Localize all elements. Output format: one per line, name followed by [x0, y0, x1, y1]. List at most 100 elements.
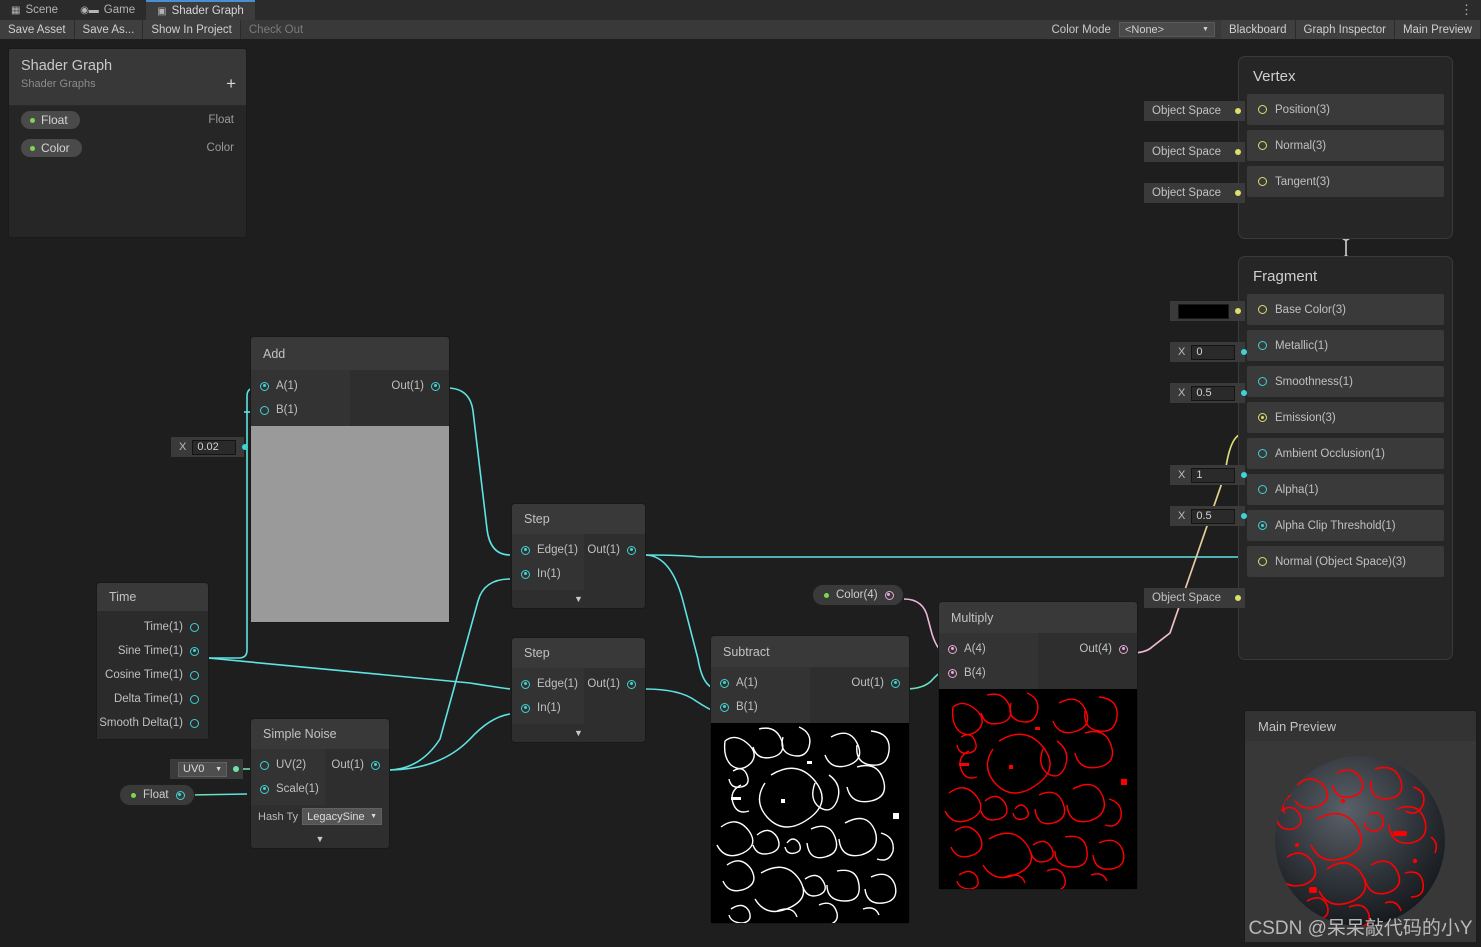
- save-asset-button[interactable]: Save Asset: [0, 20, 75, 39]
- port-subtract-out[interactable]: [891, 678, 900, 688]
- plus-icon[interactable]: +: [226, 75, 236, 92]
- uv-channel-dropdown[interactable]: UV0 ▼: [178, 761, 227, 777]
- graph-inspector-toggle-button[interactable]: Graph Inspector: [1295, 20, 1395, 39]
- vertex-row-tangent[interactable]: Tangent(3): [1247, 166, 1444, 197]
- port-vertex-tangent[interactable]: [1258, 177, 1267, 186]
- port-fragment-ambient-occlusion[interactable]: [1258, 449, 1267, 458]
- fragment-row-alpha-clip-threshold[interactable]: Alpha Clip Threshold(1): [1247, 510, 1444, 541]
- port-row-multiply-a[interactable]: A(4): [939, 637, 1038, 661]
- fragment-row-metallic[interactable]: Metallic(1): [1247, 330, 1444, 361]
- port-property-float-out[interactable]: [175, 790, 185, 800]
- blackboard-property-float[interactable]: Float Float: [9, 106, 246, 134]
- port-cosine-time[interactable]: [190, 670, 199, 680]
- port-row-noise-out[interactable]: Out(1): [325, 753, 389, 777]
- graph-canvas[interactable]: Shader Graph Shader Graphs + Float Float…: [0, 39, 1481, 947]
- main-preview-panel[interactable]: Main Preview CSDN @呆呆敲代码的小Y: [1244, 710, 1477, 942]
- node-add[interactable]: Add A(1) B(1) Out(1): [250, 336, 450, 623]
- fragment-smoothness-widget[interactable]: X 0.5: [1170, 383, 1248, 403]
- vertex-block[interactable]: Vertex Position(3) Normal(3) Tangent(3): [1238, 56, 1453, 239]
- port-fragment-alpha[interactable]: [1258, 485, 1267, 494]
- node-step-top[interactable]: Step Edge(1) In(1) Out(1) ▼: [511, 503, 646, 609]
- port-row-delta-time[interactable]: Delta Time(1): [97, 687, 208, 711]
- noise-hash-control[interactable]: Hash Ty LegacySine ▼: [251, 805, 389, 830]
- port-row-subtract-a[interactable]: A(1): [711, 671, 810, 695]
- port-row-cosine-time[interactable]: Cosine Time(1): [97, 663, 208, 687]
- fragment-metallic-widget[interactable]: X 0: [1170, 342, 1248, 362]
- port-multiply-b[interactable]: [948, 668, 957, 678]
- fragment-ambient-occlusion-widget[interactable]: X 1: [1170, 465, 1248, 485]
- node-time[interactable]: Time Time(1) Sine Time(1) Cosine Time(1): [96, 582, 209, 740]
- port-add-a[interactable]: [260, 381, 269, 391]
- add-b-default-widget[interactable]: X 0.02: [171, 437, 249, 457]
- save-as-button[interactable]: Save As...: [74, 20, 144, 39]
- port-row-subtract-out[interactable]: Out(1): [810, 671, 909, 695]
- port-property-color-out[interactable]: [884, 590, 894, 600]
- port-step-top-in[interactable]: [521, 569, 530, 579]
- fragment-row-ambient-occlusion[interactable]: Ambient Occlusion(1): [1247, 438, 1444, 469]
- ambient-occlusion-value-field[interactable]: 1: [1191, 467, 1236, 483]
- metallic-value-field[interactable]: 0: [1191, 344, 1236, 360]
- node-simple-noise[interactable]: Simple Noise UV(2) Scale(1) Out(1) Hash …: [250, 718, 390, 849]
- port-row-multiply-out[interactable]: Out(4): [1038, 637, 1137, 661]
- port-row-noise-uv[interactable]: UV(2): [251, 753, 325, 777]
- port-fragment-normal-object-space[interactable]: [1258, 557, 1267, 566]
- port-noise-uv[interactable]: [260, 760, 269, 770]
- node-add-preview[interactable]: [251, 426, 449, 622]
- node-subtract[interactable]: Subtract A(1) B(1) Out(1): [710, 635, 910, 924]
- blackboard-toggle-button[interactable]: Blackboard: [1220, 20, 1296, 39]
- port-row-step-top-in[interactable]: In(1): [512, 562, 584, 586]
- node-step-bottom-expand[interactable]: ▼: [512, 724, 645, 742]
- kebab-menu-icon[interactable]: ⋮: [1460, 2, 1473, 18]
- port-row-multiply-b[interactable]: B(4): [939, 661, 1038, 685]
- base-color-swatch[interactable]: [1178, 303, 1229, 319]
- node-simple-noise-expand[interactable]: ▼: [251, 830, 389, 848]
- node-property-float[interactable]: Float: [119, 784, 195, 806]
- fragment-base-color-widget[interactable]: [1170, 301, 1245, 321]
- port-row-sine-time[interactable]: Sine Time(1): [97, 639, 208, 663]
- fragment-row-alpha[interactable]: Alpha(1): [1247, 474, 1444, 505]
- show-in-project-button[interactable]: Show In Project: [143, 20, 241, 39]
- noise-uv-channel-widget[interactable]: UV0 ▼: [170, 759, 243, 779]
- vertex-normal-space-widget[interactable]: Object Space: [1144, 142, 1245, 162]
- node-step-top-expand[interactable]: ▼: [512, 590, 645, 608]
- blackboard-property-color[interactable]: Color Color: [9, 134, 246, 162]
- fragment-row-smoothness[interactable]: Smoothness(1): [1247, 366, 1444, 397]
- port-add-out[interactable]: [431, 381, 440, 391]
- color-mode-dropdown[interactable]: <None> ▼: [1118, 22, 1215, 37]
- property-pill-color[interactable]: Color: [21, 139, 82, 157]
- port-fragment-base-color[interactable]: [1258, 305, 1267, 314]
- node-multiply[interactable]: Multiply A(4) B(4) Out(4): [938, 601, 1138, 890]
- main-preview-viewport[interactable]: CSDN @呆呆敲代码的小Y: [1245, 741, 1476, 942]
- fragment-normal-space-widget[interactable]: Object Space: [1144, 588, 1245, 608]
- port-step-top-out[interactable]: [627, 545, 636, 555]
- fragment-alpha-widget[interactable]: X 0.5: [1170, 506, 1248, 526]
- add-b-value-field[interactable]: 0.02: [192, 439, 237, 455]
- node-multiply-preview[interactable]: [939, 689, 1137, 889]
- port-multiply-a[interactable]: [948, 644, 957, 654]
- port-step-bottom-out[interactable]: [627, 679, 636, 689]
- port-row-step-bottom-out[interactable]: Out(1): [584, 672, 645, 696]
- blackboard-panel[interactable]: Shader Graph Shader Graphs + Float Float…: [8, 48, 247, 238]
- tab-scene[interactable]: ▦ Scene: [0, 0, 70, 20]
- port-row-step-bottom-in[interactable]: In(1): [512, 696, 584, 720]
- port-row-step-top-out[interactable]: Out(1): [584, 538, 645, 562]
- fragment-row-base-color[interactable]: Base Color(3): [1247, 294, 1444, 325]
- noise-hash-dropdown[interactable]: LegacySine ▼: [302, 808, 382, 825]
- port-step-bottom-in[interactable]: [521, 703, 530, 713]
- port-subtract-a[interactable]: [720, 678, 729, 688]
- port-row-step-bottom-edge[interactable]: Edge(1): [512, 672, 584, 696]
- port-fragment-alpha-clip-threshold[interactable]: [1258, 521, 1267, 530]
- fragment-block[interactable]: Fragment Base Color(3) Metallic(1) Smoot…: [1238, 256, 1453, 660]
- port-delta-time[interactable]: [190, 694, 199, 704]
- node-step-bottom[interactable]: Step Edge(1) In(1) Out(1) ▼: [511, 637, 646, 743]
- smoothness-value-field[interactable]: 0.5: [1191, 385, 1236, 401]
- port-fragment-smoothness[interactable]: [1258, 377, 1267, 386]
- port-row-noise-scale[interactable]: Scale(1): [251, 777, 325, 801]
- port-time[interactable]: [190, 622, 199, 632]
- port-fragment-metallic[interactable]: [1258, 341, 1267, 350]
- vertex-row-position[interactable]: Position(3): [1247, 94, 1444, 125]
- alpha-value-field[interactable]: 0.5: [1191, 508, 1236, 524]
- port-row-time[interactable]: Time(1): [97, 615, 208, 639]
- vertex-tangent-space-widget[interactable]: Object Space: [1144, 183, 1245, 203]
- port-row-add-a[interactable]: A(1): [251, 374, 350, 398]
